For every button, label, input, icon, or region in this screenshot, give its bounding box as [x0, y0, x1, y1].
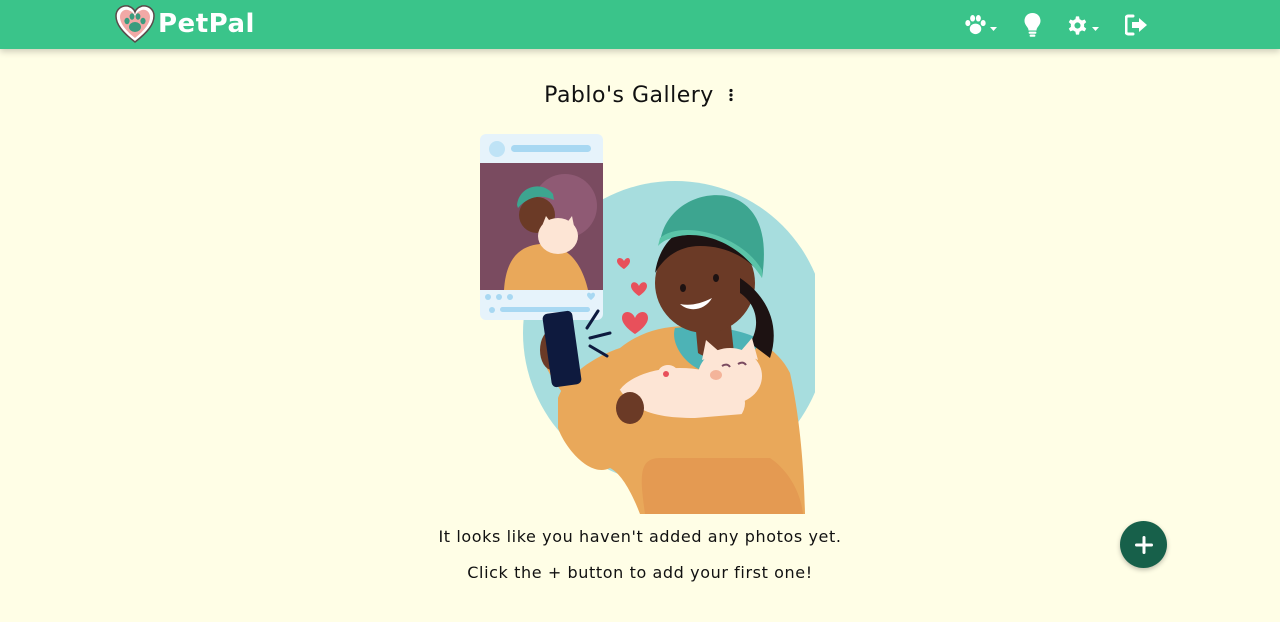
top-navbar: PetPal: [0, 0, 1280, 49]
nav-tips[interactable]: [1024, 12, 1041, 38]
chevron-down-icon: [990, 26, 997, 31]
gallery-header: Pablo's Gallery: [0, 78, 1280, 112]
chevron-down-icon: [1092, 26, 1099, 31]
nav-settings-dropdown[interactable]: [1066, 12, 1099, 38]
logout-button[interactable]: [1125, 12, 1148, 38]
add-photo-button[interactable]: [1120, 521, 1167, 568]
empty-gallery-illustration: [480, 134, 815, 514]
brand-name: PetPal: [158, 9, 255, 39]
vertical-ellipsis-icon: [729, 88, 733, 102]
gear-icon: [1068, 15, 1087, 35]
brand-link[interactable]: PetPal: [114, 4, 255, 44]
paw-icon: [965, 15, 986, 35]
page-title: Pablo's Gallery: [544, 82, 714, 108]
plus-icon: [1134, 535, 1153, 554]
gallery-menu-button[interactable]: [726, 85, 736, 105]
empty-message-line1: It looks like you haven't added any phot…: [438, 527, 842, 546]
nav-pets-dropdown[interactable]: [964, 12, 997, 38]
empty-message-line2: Click the + button to add your first one…: [467, 563, 813, 582]
paw-heart-logo-icon: [115, 5, 155, 43]
lightbulb-icon: [1024, 13, 1041, 37]
sign-out-icon: [1125, 14, 1147, 36]
